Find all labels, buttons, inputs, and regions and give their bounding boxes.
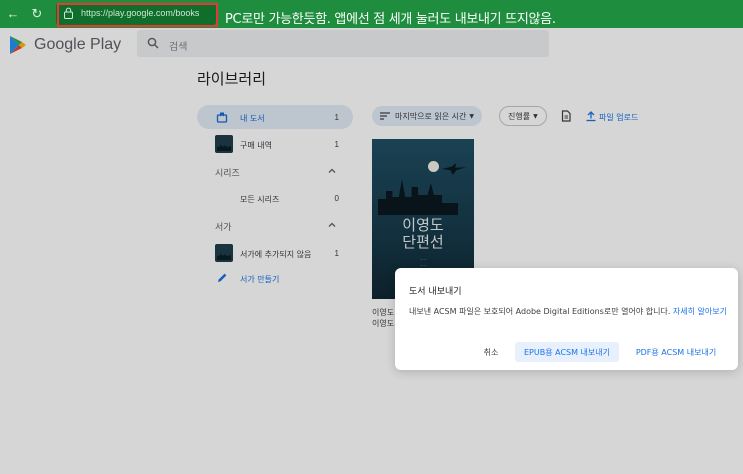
annotation-text: PC로만 가능한듯함. 앱에선 점 세개 눌러도 내보내기 뜨지않음.	[225, 12, 556, 27]
cancel-button[interactable]: 취소	[477, 342, 505, 362]
url-highlight-box	[57, 3, 218, 27]
dialog-message: 내보낸 ACSM 파일은 보호되어 Adobe Digital Editions…	[409, 307, 671, 316]
modal-scrim[interactable]	[0, 28, 743, 474]
dialog-body: 내보낸 ACSM 파일은 보호되어 Adobe Digital Editions…	[409, 306, 727, 317]
reload-icon[interactable]: ↻	[28, 5, 46, 23]
browser-toolbar: ← ↻ https://play.google.com/books PC로만 가…	[0, 0, 743, 28]
learn-more-link[interactable]: 자세히 알아보기	[673, 307, 727, 316]
back-arrow-icon[interactable]: ←	[4, 5, 22, 23]
export-epub-acsm-button[interactable]: EPUB용 ACSM 내보내기	[515, 342, 619, 362]
export-book-dialog: 도서 내보내기 내보낸 ACSM 파일은 보호되어 Adobe Digital …	[395, 268, 738, 370]
dialog-title: 도서 내보내기	[409, 287, 462, 297]
export-pdf-acsm-button[interactable]: PDF용 ACSM 내보내기	[627, 342, 725, 362]
